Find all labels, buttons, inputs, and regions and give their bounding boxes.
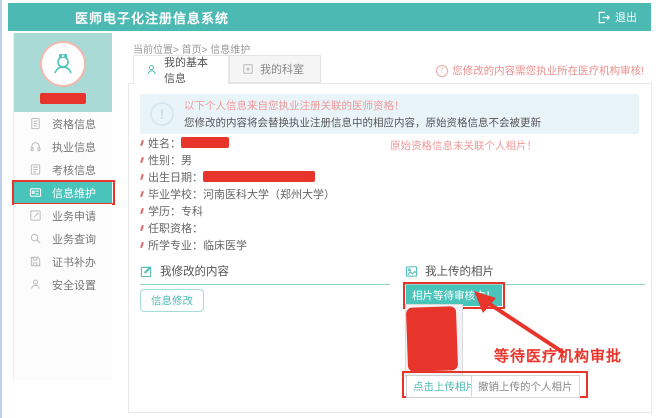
section-title: 我上传的相片 [425, 263, 494, 279]
uploaded-photo[interactable] [405, 304, 463, 377]
field-label: 所学专业： [148, 237, 203, 253]
sidebar-item-assessment-info[interactable]: 考核信息 [14, 158, 112, 181]
field-birthdate: 出生日期： [141, 171, 335, 182]
field-label: 学历： [148, 203, 181, 219]
tab-label: 我的科室 [260, 61, 304, 77]
logout-button[interactable]: 退出 [597, 3, 637, 31]
field-job-qualification: 任职资格： [141, 222, 335, 233]
field-name: 姓名： [141, 137, 335, 148]
sidebar-item-business-query[interactable]: 业务查询 [14, 227, 112, 250]
required-tick-icon [140, 241, 144, 247]
field-school: 毕业学校： 河南医科大学（郑州大学） [141, 188, 335, 199]
app-window: 医师电子化注册信息系统 退出 [0, 0, 656, 418]
field-major: 所学专业： 临床医学 [141, 239, 335, 250]
edit-icon [140, 265, 153, 278]
tab-my-basic-info[interactable]: 我的基本信息 [133, 55, 229, 84]
sidebar-item-label: 信息维护 [52, 185, 96, 201]
logout-label: 退出 [615, 9, 637, 25]
window-edge [0, 0, 2, 418]
sidebar-item-certificate-reissue[interactable]: 证书补办 [14, 250, 112, 273]
report-icon [28, 163, 42, 177]
section-title: 我修改的内容 [160, 263, 229, 279]
required-tick-icon [140, 156, 144, 162]
required-tick-icon [140, 173, 144, 179]
avatar [40, 41, 86, 87]
sidebar-item-label: 业务查询 [52, 231, 96, 247]
cancel-upload-button[interactable]: 撤销上传的个人相片 [471, 375, 580, 398]
sidebar: 资格信息 执业信息 考核信息 [13, 33, 112, 380]
redacted-value [181, 137, 229, 148]
field-value: 专科 [181, 203, 203, 219]
person-icon [146, 64, 158, 76]
required-tick-icon [140, 207, 144, 213]
sidebar-menu: 资格信息 执业信息 考核信息 [14, 112, 112, 296]
field-label: 毕业学校： [148, 186, 203, 202]
sidebar-item-qualification-info[interactable]: 资格信息 [14, 112, 112, 135]
disk-icon [28, 255, 42, 269]
warning-text: 您修改的内容需您执业所在医疗机构审核! [452, 63, 644, 78]
field-value: 河南医科大学（郑州大学） [203, 186, 335, 202]
app-title: 医师电子化注册信息系统 [75, 8, 229, 27]
field-label: 性别： [148, 152, 181, 168]
sidebar-item-label: 资格信息 [52, 116, 96, 132]
document-icon [28, 117, 42, 131]
required-tick-icon [140, 139, 144, 145]
headset-icon [28, 140, 42, 154]
logout-icon [597, 11, 610, 24]
avatar-block [14, 33, 112, 112]
field-education: 学历： 专科 [141, 205, 335, 216]
required-tick-icon [140, 190, 144, 196]
field-gender: 性别： 男 [141, 154, 335, 165]
sidebar-item-business-application[interactable]: 业务申请 [14, 204, 112, 227]
header-bar: 医师电子化注册信息系统 退出 [8, 3, 651, 31]
tab-label: 我的基本信息 [164, 54, 216, 86]
edit-square-icon [28, 209, 42, 223]
info-notice-box: ! 以下个人信息来自您执业注册关联的医师资格！ 您修改的内容将会替换执业注册信息… [140, 94, 639, 134]
sidebar-item-label: 证书补办 [52, 254, 96, 270]
user-icon [28, 278, 42, 292]
field-label: 出生日期： [148, 169, 203, 185]
annotation-arrow [472, 291, 572, 357]
search-icon [28, 232, 42, 246]
notice-line1: 以下个人信息来自您执业注册关联的医师资格！ [184, 98, 541, 113]
exclamation-circle-icon: ! [150, 102, 174, 126]
tab-review-warning: ! 您修改的内容需您执业所在医疗机构审核! [436, 63, 644, 78]
warning-icon: ! [436, 65, 448, 77]
sidebar-item-label: 业务申请 [52, 208, 96, 224]
plus-square-icon [242, 63, 254, 75]
notice-line2: 您修改的内容将会替换执业注册信息中的相应内容，原始资格信息不会被更新 [184, 115, 541, 130]
photo-not-linked-note: 原始资格信息未关联个人相片！ [390, 138, 537, 153]
sidebar-item-label: 执业信息 [52, 139, 96, 155]
field-label: 姓名： [148, 135, 181, 151]
sidebar-item-label: 安全设置 [52, 277, 96, 293]
doctor-icon [48, 49, 78, 79]
field-value: 临床医学 [203, 237, 247, 253]
field-value: 男 [181, 152, 192, 168]
modified-content-header: 我修改的内容 [140, 263, 390, 285]
field-label: 任职资格： [148, 220, 203, 236]
info-modify-button[interactable]: 信息修改 [140, 289, 204, 312]
sidebar-item-security-settings[interactable]: 安全设置 [14, 273, 112, 296]
sidebar-item-info-maintenance[interactable]: 信息维护 [14, 181, 112, 204]
personal-info-fields: 姓名： 性别： 男 出生日期： 毕业学校： 河南医科大学（郑州大学） 学历： 专… [141, 137, 335, 250]
redacted-username [40, 93, 86, 104]
sidebar-item-practice-info[interactable]: 执业信息 [14, 135, 112, 158]
image-icon [405, 265, 418, 278]
id-card-icon [28, 186, 42, 200]
required-tick-icon [140, 224, 144, 230]
redacted-photo [406, 306, 458, 372]
sidebar-item-label: 考核信息 [52, 162, 96, 178]
redacted-value [203, 171, 315, 182]
tab-my-department[interactable]: 我的科室 [229, 55, 321, 83]
